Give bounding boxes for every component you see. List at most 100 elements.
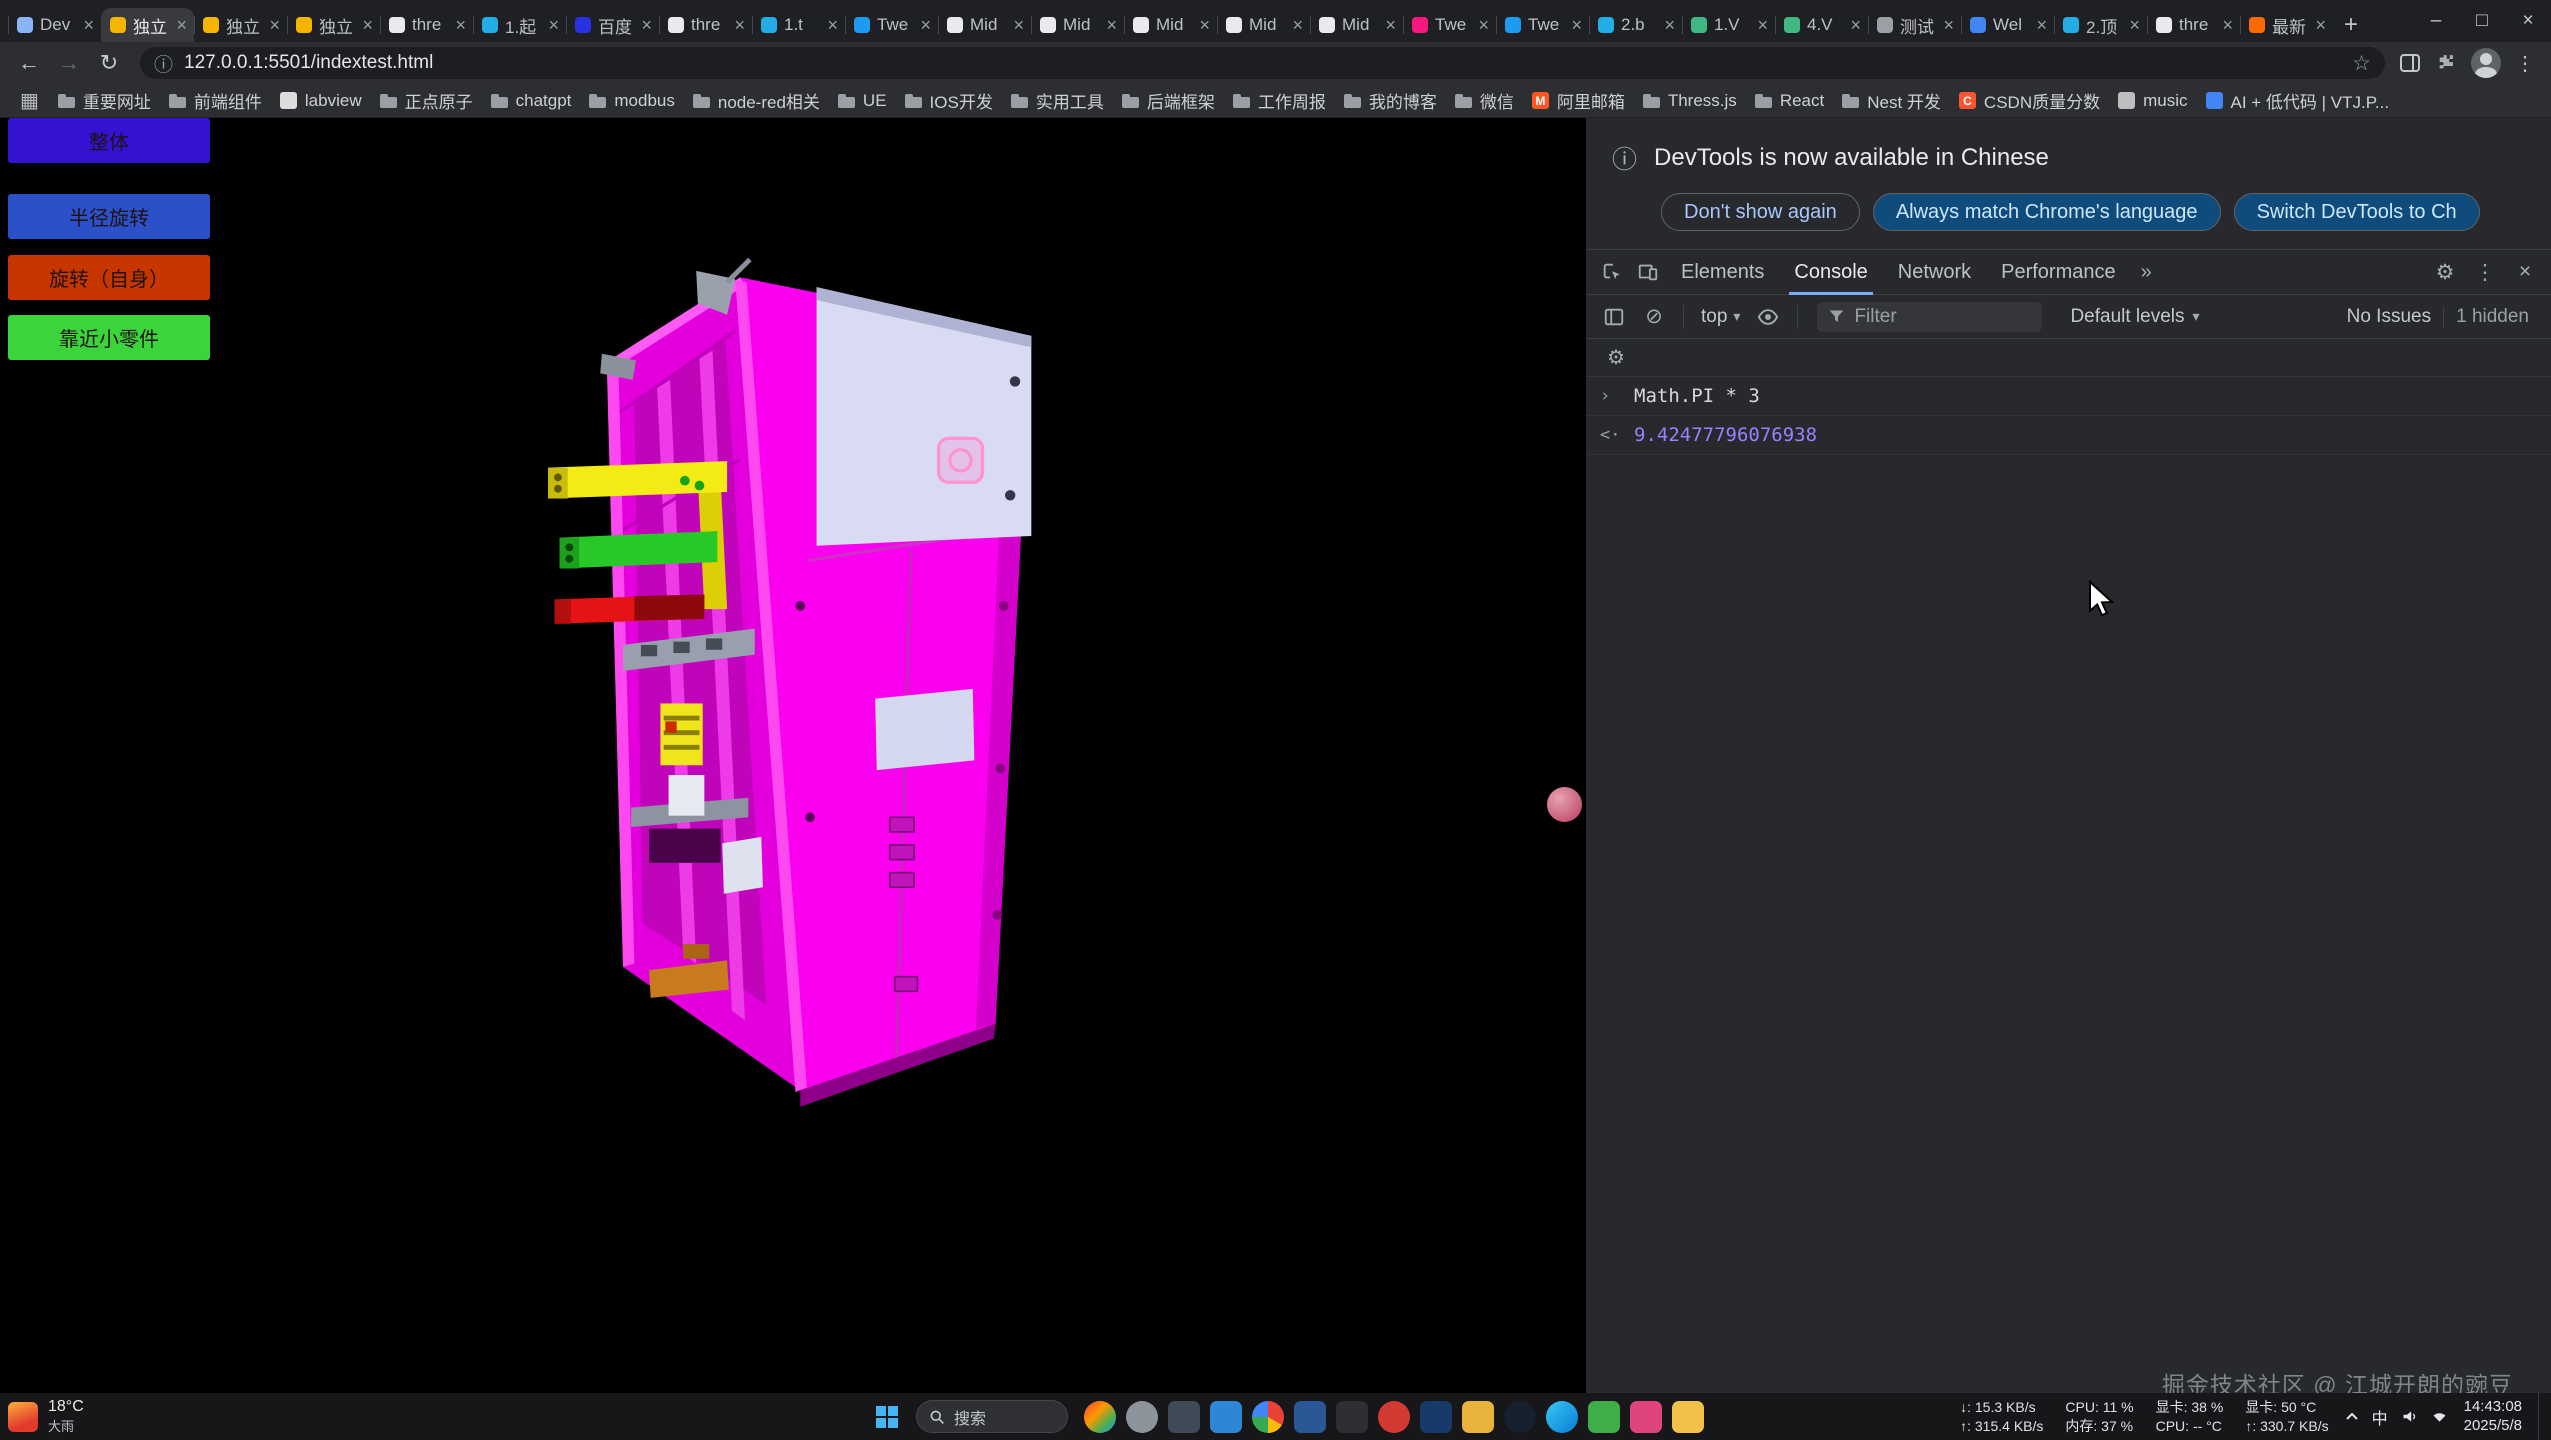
powershell[interactable]	[1420, 1401, 1452, 1433]
browser-tab[interactable]: Dev ×	[8, 8, 101, 42]
browser-tab[interactable]: 1.t ×	[752, 8, 845, 42]
notice-button[interactable]: Don't show again	[1661, 193, 1860, 231]
bookmark-item[interactable]: Nest 开发	[1833, 84, 1950, 118]
tab-close-icon[interactable]: ×	[1478, 16, 1489, 34]
word[interactable]	[1294, 1401, 1326, 1433]
tab-close-icon[interactable]: ×	[734, 16, 745, 34]
bookmark-item[interactable]: 实用工具	[1002, 84, 1113, 118]
browser-tab[interactable]: 1.起 ×	[473, 8, 566, 42]
browser-tab[interactable]: Twe ×	[845, 8, 938, 42]
bookmark-item[interactable]: 前端组件	[160, 84, 271, 118]
notes[interactable]	[1462, 1401, 1494, 1433]
browser-tab[interactable]: Mid ×	[1031, 8, 1124, 42]
show-desktop-strip[interactable]	[2538, 1393, 2543, 1440]
browser-tab[interactable]: 独立 ×	[287, 8, 380, 42]
bookmark-item[interactable]: 微信	[1446, 84, 1523, 118]
netease-music[interactable]	[1378, 1401, 1410, 1433]
threejs-canvas[interactable]	[0, 118, 1586, 1393]
maximize-button[interactable]: □	[2459, 0, 2505, 42]
profile-avatar[interactable]	[2471, 48, 2501, 78]
tab-close-icon[interactable]: ×	[1850, 16, 1861, 34]
tab-close-icon[interactable]: ×	[269, 16, 280, 34]
tab-close-icon[interactable]: ×	[827, 16, 838, 34]
devtools-tab[interactable]: Performance	[1986, 250, 2131, 294]
log-levels-dropdown[interactable]: Default levels ▾	[2060, 306, 2209, 328]
browser-tab[interactable]: Mid ×	[938, 8, 1031, 42]
edge[interactable]	[1546, 1401, 1578, 1433]
tab-close-icon[interactable]: ×	[2129, 16, 2140, 34]
browser-tab[interactable]: 最新 ×	[2240, 8, 2333, 42]
tab-close-icon[interactable]: ×	[1385, 16, 1396, 34]
browser-tab[interactable]: 2.顶 ×	[2054, 8, 2147, 42]
tab-close-icon[interactable]: ×	[548, 16, 559, 34]
tab-close-icon[interactable]: ×	[1199, 16, 1210, 34]
browser-tab[interactable]: 独立 ×	[194, 8, 287, 42]
app-gray[interactable]	[1126, 1401, 1158, 1433]
issues-counter[interactable]: No Issues	[2335, 306, 2443, 328]
bookmark-item[interactable]: 重要网址	[49, 84, 160, 118]
context-selector[interactable]: top ▾	[1695, 306, 1746, 328]
browser-tab[interactable]: Mid ×	[1124, 8, 1217, 42]
explorer[interactable]	[1672, 1401, 1704, 1433]
browser-tab[interactable]: Mid ×	[1310, 8, 1403, 42]
tab-close-icon[interactable]: ×	[1292, 16, 1303, 34]
device-toolbar-icon[interactable]	[1630, 254, 1666, 290]
browser-tab[interactable]: Wel ×	[1961, 8, 2054, 42]
browser-tab[interactable]: Mid ×	[1217, 8, 1310, 42]
tab-close-icon[interactable]: ×	[1757, 16, 1768, 34]
bookmark-item[interactable]: music	[2109, 86, 2196, 116]
bookmark-item[interactable]: modbus	[580, 86, 683, 116]
browser-menu-icon[interactable]: ⋮	[2515, 51, 2535, 76]
tab-close-icon[interactable]: ×	[362, 16, 373, 34]
chrome[interactable]	[1252, 1401, 1284, 1433]
close-button[interactable]: ×	[2505, 0, 2551, 42]
devtools-tab[interactable]: Console	[1779, 250, 1882, 294]
webgl-viewport[interactable]: 半径旋转 旋转（自身） 靠近小零件 整体	[0, 118, 1586, 1393]
tab-close-icon[interactable]: ×	[1664, 16, 1675, 34]
browser-tab[interactable]: Twe ×	[1403, 8, 1496, 42]
console-filter-input[interactable]: Filter	[1817, 302, 2042, 332]
bookmark-item[interactable]: UE	[829, 86, 896, 116]
bookmark-item[interactable]: labview	[271, 86, 371, 116]
clear-console-icon[interactable]: ⊘	[1636, 299, 1672, 335]
devtools-settings-icon[interactable]: ⚙	[2427, 254, 2463, 290]
new-tab-button[interactable]: +	[2333, 8, 2369, 42]
tab-close-icon[interactable]: ×	[2222, 16, 2233, 34]
cf-tool[interactable]	[1084, 1401, 1116, 1433]
devtools-tab[interactable]: Elements	[1666, 250, 1779, 294]
bookmark-item[interactable]: 后端框架	[1113, 84, 1224, 118]
bookmark-item[interactable]: M 阿里邮箱	[1523, 84, 1634, 118]
url-text[interactable]: 127.0.0.1:5501/indextest.html	[184, 52, 2341, 74]
tab-close-icon[interactable]: ×	[1013, 16, 1024, 34]
browser-tab[interactable]: 1.V ×	[1682, 8, 1775, 42]
devtools-close-icon[interactable]: ×	[2507, 254, 2543, 290]
folder-dark[interactable]	[1168, 1401, 1200, 1433]
tab-close-icon[interactable]: ×	[1571, 16, 1582, 34]
steam[interactable]	[1504, 1401, 1536, 1433]
tab-close-icon[interactable]: ×	[455, 16, 466, 34]
bookmark-item[interactable]: C CSDN质量分数	[1950, 84, 2109, 118]
terminal[interactable]	[1336, 1401, 1368, 1433]
console-result-row[interactable]: <· 9.42477796076938	[1586, 416, 2551, 455]
console-log-area[interactable]: › Math.PI * 3 <· 9.42477796076938	[1586, 377, 2551, 1393]
app-pink[interactable]	[1630, 1401, 1662, 1433]
bookmark-item[interactable]: React	[1746, 86, 1833, 116]
taskbar-clock[interactable]: 14:43:08 2025/5/8	[2464, 1398, 2522, 1436]
notice-button[interactable]: Switch DevTools to Ch	[2234, 193, 2480, 231]
browser-tab[interactable]: 4.V ×	[1775, 8, 1868, 42]
bookmark-item[interactable]: Thress.js	[1634, 86, 1746, 116]
minimize-button[interactable]: –	[2413, 0, 2459, 42]
vscode[interactable]	[1210, 1401, 1242, 1433]
bookmark-item[interactable]: 工作周报	[1224, 84, 1335, 118]
live-expression-eye-icon[interactable]	[1750, 299, 1786, 335]
browser-tab[interactable]: 独立 ×	[101, 8, 194, 42]
browser-tab[interactable]: 2.b ×	[1589, 8, 1682, 42]
console-command-row[interactable]: › Math.PI * 3	[1586, 377, 2551, 416]
model-control-button[interactable]: 靠近小零件	[8, 315, 210, 360]
tab-close-icon[interactable]: ×	[1106, 16, 1117, 34]
console-sidebar-icon[interactable]	[1596, 299, 1632, 335]
tab-close-icon[interactable]: ×	[1943, 16, 1954, 34]
tab-close-icon[interactable]: ×	[2315, 16, 2326, 34]
juejin-floating-badge[interactable]	[1547, 787, 1582, 822]
bookmark-item[interactable]: AI + 低代码 | VTJ.P...	[2197, 84, 2399, 118]
